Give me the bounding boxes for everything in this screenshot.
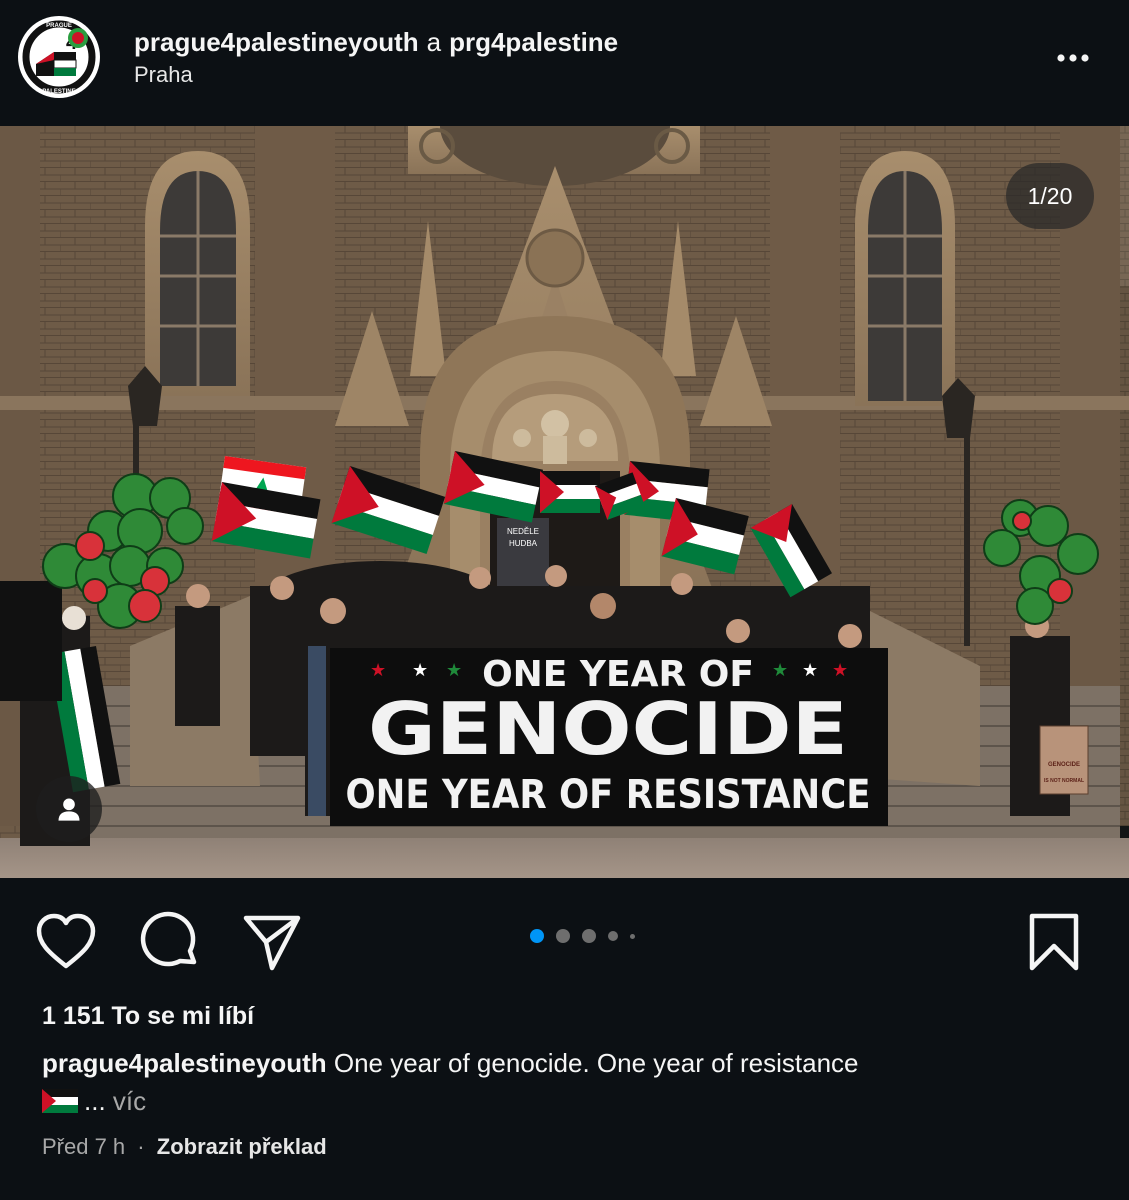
caption-text: One year of genocide. One year of resist… [333,1048,859,1078]
caption-more-link[interactable]: víc [113,1086,146,1116]
instagram-post: 4 PRAGUE PALESTINE prague4palestineyouth… [0,0,1129,1200]
author-username[interactable]: prague4palestineyouth [134,27,419,57]
see-translation-link[interactable]: Zobrazit překlad [157,1134,327,1159]
protest-sign-text-1: GENOCIDE [1048,762,1080,768]
share-button[interactable] [240,910,304,974]
protest-banner: ★ ★ ★ ★ ★ ★ ONE YEAR OF GENOCIDE ONE YEA… [330,648,888,826]
slide-counter: 1/20 [1006,163,1094,229]
author-separator: a [426,27,442,57]
svg-text:PRAGUE: PRAGUE [46,23,72,29]
palestine-flag-emoji [42,1089,78,1113]
svg-text:★: ★ [802,660,818,681]
poster-text-2: HUDBA [509,539,538,548]
post-actions [0,878,1129,988]
collaborator-username[interactable]: prg4palestine [449,27,618,57]
pagination-dot [556,929,570,943]
save-button[interactable] [1022,910,1086,974]
post-authors: prague4palestineyouth a prg4palestine [134,26,618,58]
banner-line-2: GENOCIDE [368,687,848,771]
like-count[interactable]: 1 151 To se mi líbí [42,1002,254,1031]
avatar[interactable]: 4 PRAGUE PALESTINE [18,16,100,98]
post-photo: NEDĚLE HUDBA GENOCIDE IS NOT NORMAL ★ ★ … [0,126,1129,878]
meta-separator: · [137,1134,145,1159]
tagged-people-button[interactable] [36,776,102,842]
pagination-dot [608,931,618,941]
protest-sign-text-2: IS NOT NORMAL [1044,778,1084,784]
ellipsis-icon [1057,54,1089,62]
heart-icon [36,913,96,969]
svg-text:★: ★ [446,660,462,681]
more-options-button[interactable] [1053,38,1093,78]
prague4palestine-logo: 4 PRAGUE PALESTINE [19,17,99,97]
post-media[interactable]: NEDĚLE HUDBA GENOCIDE IS NOT NORMAL ★ ★ … [0,126,1129,878]
svg-text:★: ★ [772,660,788,681]
post-meta: Před 7 h · Zobrazit překlad [42,1134,327,1160]
svg-text:★: ★ [832,660,848,681]
comment-bubble-icon [140,911,197,967]
carousel-pagination [530,928,635,944]
svg-text:★: ★ [370,660,386,681]
pagination-dot [582,929,596,943]
paper-plane-icon [243,915,301,971]
poster-text-1: NEDĚLE [507,527,539,536]
caption-username[interactable]: prague4palestineyouth [42,1048,327,1078]
pagination-dot-active [530,929,544,943]
banner-line-3: ONE YEAR OF RESISTANCE [346,772,871,818]
like-button[interactable] [34,910,98,974]
post-time: Před 7 h [42,1134,126,1159]
svg-text:★: ★ [412,660,428,681]
caption-ellipsis: ... [84,1086,106,1116]
comment-button[interactable] [138,910,202,974]
svg-text:PALESTINE: PALESTINE [42,89,75,95]
person-icon [58,798,80,821]
pagination-dot [630,933,635,939]
post-location[interactable]: Praha [134,62,193,88]
bookmark-icon [1029,913,1079,971]
post-header: 4 PRAGUE PALESTINE prague4palestineyouth… [0,0,1129,126]
post-caption: prague4palestineyouth One year of genoci… [42,1044,1082,1120]
